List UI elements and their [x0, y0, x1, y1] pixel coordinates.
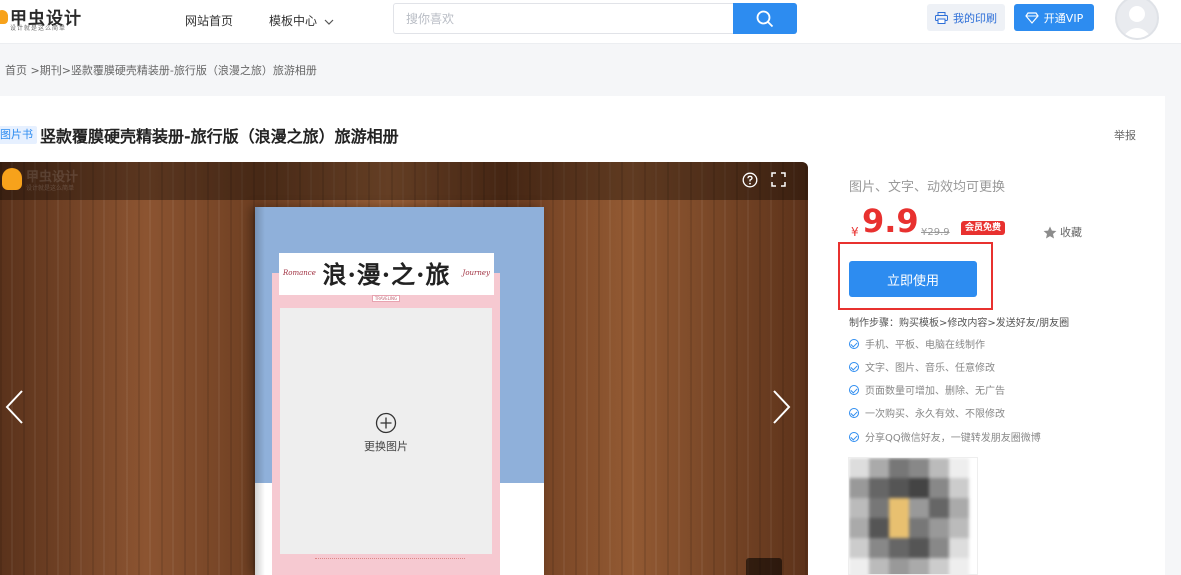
use-now-button[interactable]: 立即使用 [849, 261, 977, 297]
chevron-left-icon[interactable] [4, 389, 24, 425]
feature-item: 页面数量可增加、删除、无广告 [849, 382, 1005, 397]
feature-item: 文字、图片、音乐、任意修改 [849, 359, 995, 374]
plus-circle-icon [375, 412, 397, 434]
breadcrumb-separator: > [61, 64, 71, 77]
logo-subtitle: 设计就是这么简单 [10, 25, 67, 32]
product-type-badge: 图片书 [0, 126, 37, 144]
check-circle-icon [849, 361, 859, 372]
nav-item-templates[interactable]: 模板中心 [269, 12, 334, 29]
replace-photo-label: 更换图片 [364, 440, 408, 453]
breadcrumb-current: 竖款覆膜硬壳精装册-旅行版（浪漫之旅）旅游相册 [70, 64, 317, 77]
page-thumbnail-toggle[interactable] [746, 558, 782, 575]
favorite-label: 收藏 [1060, 226, 1082, 239]
qr-code-image [848, 457, 978, 575]
cover-small-label: TRAVELING [372, 295, 400, 302]
watermark-logo-icon [2, 168, 22, 190]
product-panel: 图片书 竖款覆膜硬壳精装册-旅行版（浪漫之旅）旅游相册 举报 甲虫设计 设计就是… [0, 96, 1165, 575]
check-circle-icon [849, 384, 859, 395]
favorite-button[interactable]: 收藏 [1043, 224, 1082, 240]
logo-mark-icon [0, 10, 8, 24]
fullscreen-icon[interactable] [771, 172, 786, 187]
price-value: 9.9 [862, 202, 919, 240]
feature-item: 分享QQ微信好友，一键转发朋友圈微博 [849, 429, 1041, 444]
check-circle-icon [849, 431, 859, 442]
product-title: 竖款覆膜硬壳精装册-旅行版（浪漫之旅）旅游相册 [40, 127, 399, 146]
feature-item: 一次购买、永久有效、不限修改 [849, 405, 1005, 420]
check-circle-icon [849, 407, 859, 418]
printer-icon [935, 11, 948, 24]
nav-item-templates-label: 模板中心 [269, 14, 318, 28]
search-input[interactable] [394, 4, 734, 33]
diamond-icon [1025, 11, 1039, 24]
member-free-badge: 会员免费 [961, 221, 1006, 235]
star-icon [1043, 226, 1057, 238]
qr-code-pixels [849, 458, 969, 574]
replace-photo-slot[interactable]: 更换图片 [280, 308, 492, 554]
album-cover-page: Romance 浪·漫·之·旅 Journey TRAVELING 更换图片 [255, 207, 544, 575]
creation-steps: 制作步骤：购买模板>修改内容>发送好友/朋友圈 [849, 318, 1070, 329]
template-preview: 甲虫设计 设计就是这么简单 Romance 浪·漫·之·旅 Journey TR… [0, 162, 808, 575]
cover-footer-line [315, 558, 465, 561]
feature-text: 文字、图片、音乐、任意修改 [865, 363, 995, 374]
site-logo[interactable]: 甲虫设计 设计就是这么简单 [0, 4, 110, 34]
help-icon[interactable] [742, 172, 758, 188]
open-vip-button[interactable]: 开通VIP [1014, 4, 1094, 31]
search-button[interactable] [733, 3, 797, 34]
original-price: ¥29.9 [921, 227, 950, 238]
feature-text: 分享QQ微信好友，一键转发朋友圈微博 [865, 433, 1041, 444]
price-currency: ¥ [851, 225, 859, 239]
top-header: 甲虫设计 设计就是这么简单 网站首页 模板中心 我的印刷 开通VIP [0, 0, 1181, 44]
chevron-down-icon [324, 19, 334, 25]
user-icon [1122, 6, 1152, 38]
my-print-label: 我的印刷 [953, 11, 997, 25]
my-print-button[interactable]: 我的印刷 [927, 4, 1005, 31]
cover-spine-shadow [255, 207, 265, 575]
preview-toolbar: 甲虫设计 设计就是这么简单 [0, 162, 808, 200]
open-vip-label: 开通VIP [1043, 11, 1084, 25]
user-avatar[interactable] [1115, 0, 1159, 40]
search-icon [756, 10, 774, 27]
breadcrumb-separator: > [27, 64, 40, 77]
feature-text: 手机、平板、电脑在线制作 [865, 340, 985, 351]
check-circle-icon [849, 338, 859, 349]
product-subtitle: 图片、文字、动效均可更换 [849, 180, 1006, 195]
feature-item: 手机、平板、电脑在线制作 [849, 336, 985, 351]
breadcrumb-home[interactable]: 首页 [5, 64, 27, 77]
cover-title-banner: Romance 浪·漫·之·旅 Journey [279, 253, 494, 295]
chevron-right-icon[interactable] [772, 389, 792, 425]
feature-text: 一次购买、永久有效、不限修改 [865, 409, 1005, 420]
breadcrumb-category[interactable]: 期刊 [40, 64, 62, 77]
watermark-subtitle: 设计就是这么简单 [26, 185, 75, 192]
search-box [393, 3, 797, 34]
report-link[interactable]: 举报 [1114, 127, 1136, 143]
nav-item-home[interactable]: 网站首页 [185, 12, 233, 29]
feature-text: 页面数量可增加、删除、无广告 [865, 386, 1005, 397]
breadcrumb: 首页 >期刊>竖款覆膜硬壳精装册-旅行版（浪漫之旅）旅游相册 [5, 62, 317, 78]
cover-script-right: Journey [462, 269, 490, 277]
